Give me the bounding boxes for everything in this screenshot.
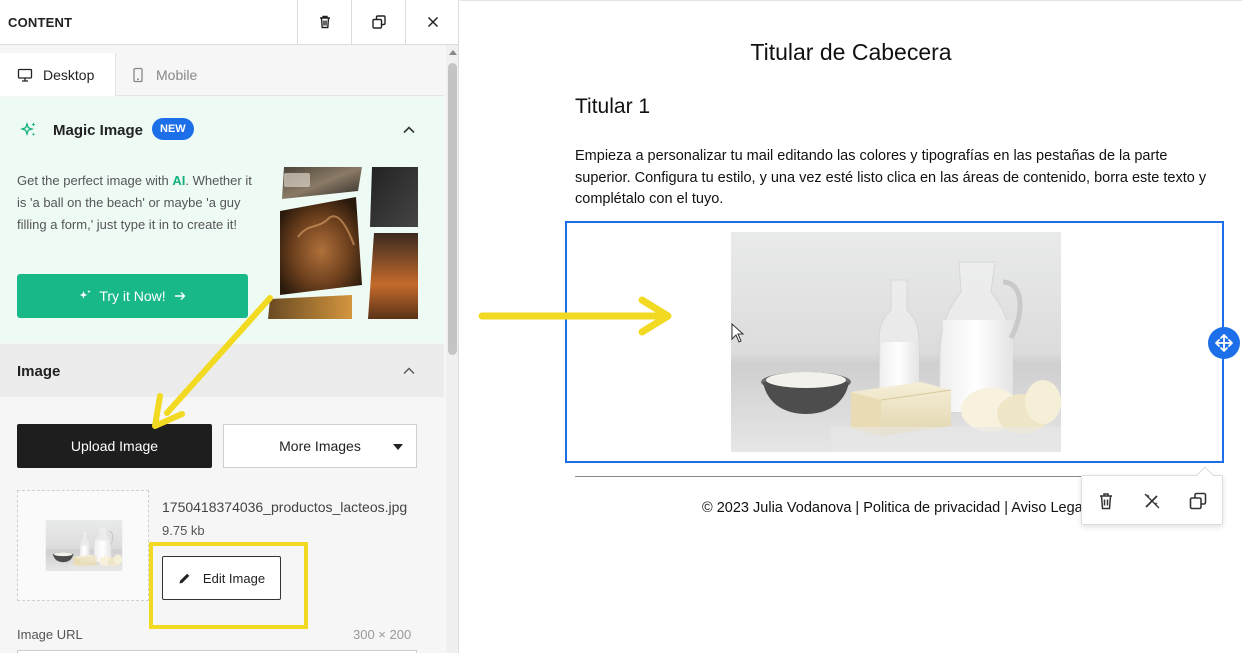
chevron-up-icon[interactable] xyxy=(400,121,418,139)
close-button[interactable] xyxy=(405,0,458,44)
magic-wand-icon xyxy=(1144,493,1160,509)
block-delete-button[interactable] xyxy=(1096,491,1116,511)
pencil-icon xyxy=(179,573,190,583)
scroll-up-arrow[interactable] xyxy=(449,50,457,55)
scroll-thumb[interactable] xyxy=(448,63,457,355)
magic-image-title: Magic Image xyxy=(53,122,144,139)
block-toolbar xyxy=(1081,466,1223,525)
body-text[interactable]: Empieza a personalizar tu mail editando … xyxy=(575,146,1215,211)
more-images-label: More Images xyxy=(279,438,361,454)
tab-desktop[interactable]: Desktop xyxy=(0,53,116,96)
delete-button[interactable] xyxy=(297,0,351,44)
tab-label: Desktop xyxy=(43,66,95,83)
panel-title: CONTENT xyxy=(8,15,73,30)
trash-icon xyxy=(319,15,330,29)
duplicate-icon xyxy=(1189,492,1207,510)
new-badge: NEW xyxy=(152,118,194,140)
email-canvas: Titular de Cabecera Titular 1 Empieza a … xyxy=(460,0,1242,653)
mouse-cursor-icon xyxy=(731,323,745,343)
device-tabs: Desktop Mobile xyxy=(0,45,444,96)
magic-image-description: Get the perfect image with AI. Whether i… xyxy=(17,173,252,232)
heading-1[interactable]: Titular 1 xyxy=(575,95,650,119)
image-url-label: Image URL xyxy=(17,627,83,642)
sparkle-icon xyxy=(20,122,36,136)
image-dimensions: 300 × 200 xyxy=(353,627,412,642)
trash-icon xyxy=(1100,493,1112,510)
magic-image-collage xyxy=(268,167,418,319)
sparkle-icon xyxy=(80,290,91,299)
image-thumbnail xyxy=(45,520,123,571)
move-arrows-icon xyxy=(1215,334,1233,352)
upload-image-button[interactable]: Upload Image xyxy=(17,424,212,468)
edit-image-label: Edit Image xyxy=(202,570,266,586)
content-panel: CONTENT Desktop Mobile Magic Image NEW G… xyxy=(0,0,459,653)
image-thumbnail-box xyxy=(17,490,149,601)
tab-mobile[interactable]: Mobile xyxy=(130,53,197,96)
file-size: 9.75 kb xyxy=(162,523,205,538)
image-section-title: Image xyxy=(17,363,61,380)
try-it-now-button[interactable]: Try it Now! xyxy=(17,274,248,318)
duplicate-icon xyxy=(371,15,386,29)
move-block-handle[interactable] xyxy=(1208,327,1240,359)
panel-header: CONTENT xyxy=(0,0,458,45)
header-title[interactable]: Titular de Cabecera xyxy=(460,39,1242,66)
dairy-products-image[interactable] xyxy=(731,232,1061,452)
caret-down-icon xyxy=(393,444,403,450)
image-block[interactable] xyxy=(565,221,1224,463)
close-icon xyxy=(427,16,438,28)
block-duplicate-button[interactable] xyxy=(1188,491,1208,511)
desktop-icon xyxy=(17,68,33,82)
try-it-now-label: Try it Now! xyxy=(99,288,166,304)
duplicate-button[interactable] xyxy=(351,0,405,44)
block-magic-edit-button[interactable] xyxy=(1142,491,1162,511)
chevron-up-icon[interactable] xyxy=(400,362,418,380)
ai-highlight: AI xyxy=(172,173,186,188)
tab-label: Mobile xyxy=(156,66,198,83)
image-section-header[interactable]: Image xyxy=(0,344,444,397)
mobile-icon xyxy=(133,67,143,82)
panel-scrollbar[interactable] xyxy=(446,45,458,653)
edit-image-button[interactable]: Edit Image xyxy=(162,556,281,600)
file-name: 1750418374036_productos_lacteos.jpg xyxy=(162,499,408,515)
arrow-right-icon xyxy=(174,292,186,300)
magic-image-section: Magic Image NEW Get the perfect image wi… xyxy=(0,97,444,343)
more-images-dropdown[interactable]: More Images xyxy=(223,424,417,468)
